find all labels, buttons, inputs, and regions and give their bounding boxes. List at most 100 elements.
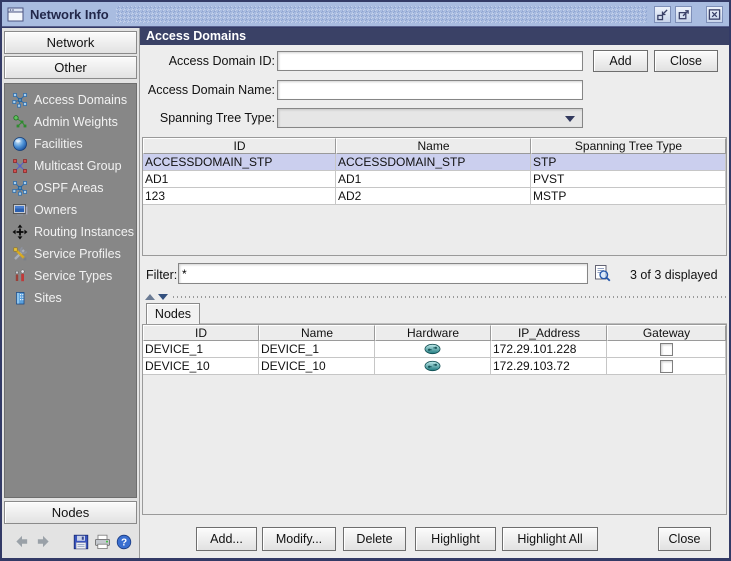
sidebar-item-label: Admin Weights: [34, 115, 118, 129]
maximize-icon: [678, 9, 689, 19]
window-icon: [7, 7, 24, 21]
back-button[interactable]: [14, 533, 30, 550]
chevron-down-icon: [565, 116, 575, 122]
cell-stp: STP: [531, 154, 726, 171]
column-header-ip-address[interactable]: IP_Address: [491, 325, 607, 341]
sidebar-item-admin-weights[interactable]: Admin Weights: [11, 111, 136, 133]
titlebar[interactable]: Network Info: [2, 2, 729, 27]
sidebar-item-multicast-group[interactable]: Multicast Group: [11, 155, 136, 177]
table-row[interactable]: ACCESSDOMAIN_STP ACCESSDOMAIN_STP STP: [143, 154, 726, 171]
svg-text:?: ?: [121, 537, 127, 548]
filter-status-text: 3 of 3 displayed: [630, 268, 718, 282]
table-row[interactable]: DEVICE_10 DEVICE_10 172.29.103.72: [143, 358, 726, 375]
sites-icon: [11, 290, 28, 306]
spanning-tree-type-dropdown[interactable]: [277, 108, 583, 128]
maximize-button[interactable]: [675, 5, 692, 23]
service-types-icon: [11, 268, 28, 284]
cell-name: AD1: [336, 171, 531, 188]
add-node-button[interactable]: Add...: [196, 527, 257, 551]
print-button[interactable]: [94, 533, 111, 550]
facilities-icon: [11, 136, 28, 152]
highlight-all-button[interactable]: Highlight All: [502, 527, 598, 551]
forward-arrow-icon: [38, 535, 49, 548]
help-button[interactable]: ?: [116, 533, 132, 550]
cell-id: DEVICE_10: [143, 358, 259, 375]
sidebar-item-label: Sites: [34, 291, 62, 305]
split-collapse-down-icon[interactable]: [158, 294, 168, 300]
cell-hardware: [375, 341, 491, 358]
filter-input[interactable]: [178, 263, 588, 284]
domains-table: ID Name Spanning Tree Type ACCESSDOMAIN_…: [142, 137, 727, 256]
window-title: Network Info: [30, 6, 109, 22]
cell-id: AD1: [143, 171, 336, 188]
sidebar-item-sites[interactable]: Sites: [11, 287, 136, 309]
sidebar-item-label: Owners: [34, 203, 78, 217]
sidebar-item-label: Facilities: [34, 137, 83, 151]
column-header-stp[interactable]: Spanning Tree Type: [531, 138, 726, 154]
split-collapse-up-icon[interactable]: [145, 294, 155, 300]
tab-nodes[interactable]: Nodes: [146, 303, 200, 324]
column-header-id[interactable]: ID: [143, 325, 259, 341]
split-divider-grip: [173, 296, 727, 298]
close-form-button[interactable]: Close: [654, 50, 718, 72]
sidebar-item-owners[interactable]: Owners: [11, 199, 136, 221]
delete-button[interactable]: Delete: [343, 527, 406, 551]
cell-name: AD2: [336, 188, 531, 205]
forward-button[interactable]: [35, 533, 51, 550]
column-header-name[interactable]: Name: [259, 325, 375, 341]
sidebar-item-label: Service Profiles: [34, 247, 121, 261]
sidebar-item-label: Service Types: [34, 269, 113, 283]
domains-table-header: ID Name Spanning Tree Type: [143, 138, 726, 154]
window-content: Network Other Access Domains Admin Weigh…: [2, 28, 729, 558]
sidebar: Network Other Access Domains Admin Weigh…: [2, 28, 140, 558]
sidebar-tab-other[interactable]: Other: [4, 56, 137, 79]
cell-stp: PVST: [531, 171, 726, 188]
column-header-hardware[interactable]: Hardware: [375, 325, 491, 341]
access-domain-name-label: Access Domain Name:: [147, 83, 275, 97]
sidebar-item-service-profiles[interactable]: Service Profiles: [11, 243, 136, 265]
sidebar-item-label: Multicast Group: [34, 159, 122, 173]
table-row[interactable]: 123 AD2 MSTP: [143, 188, 726, 205]
column-header-gateway[interactable]: Gateway: [607, 325, 726, 341]
sidebar-tab-nodes[interactable]: Nodes: [4, 501, 137, 524]
sidebar-item-ospf-areas[interactable]: OSPF Areas: [11, 177, 136, 199]
sidebar-tab-network[interactable]: Network: [4, 31, 137, 54]
split-divider[interactable]: [142, 292, 727, 302]
access-domain-id-input[interactable]: [277, 51, 583, 71]
admin-weights-icon: [11, 114, 28, 130]
filter-preview-button[interactable]: [593, 264, 612, 283]
sidebar-item-service-types[interactable]: Service Types: [11, 265, 136, 287]
save-icon: [73, 534, 88, 549]
gateway-checkbox[interactable]: [659, 359, 673, 373]
access-domain-name-input[interactable]: [277, 80, 583, 100]
close-window-button[interactable]: [706, 5, 723, 23]
panel-title: Access Domains: [140, 28, 729, 45]
filter-label: Filter:: [146, 268, 178, 282]
column-header-id[interactable]: ID: [143, 138, 336, 154]
titlebar-texture: [115, 5, 647, 23]
cell-name: ACCESSDOMAIN_STP: [336, 154, 531, 171]
sidebar-item-facilities[interactable]: Facilities: [11, 133, 136, 155]
router-icon: [424, 360, 441, 372]
iconify-button[interactable]: [654, 5, 671, 23]
table-row[interactable]: DEVICE_1 DEVICE_1 172.29.101.228: [143, 341, 726, 358]
sidebar-item-label: Routing Instances: [34, 225, 135, 239]
highlight-button[interactable]: Highlight: [415, 527, 496, 551]
gateway-checkbox[interactable]: [659, 342, 673, 356]
sidebar-item-label: OSPF Areas: [34, 181, 104, 195]
close-button[interactable]: Close: [658, 527, 711, 551]
sidebar-item-access-domains[interactable]: Access Domains: [11, 89, 136, 111]
cell-gateway: [607, 358, 726, 375]
sidebar-category-list: Access Domains Admin Weights Facilities …: [4, 83, 137, 498]
table-row[interactable]: AD1 AD1 PVST: [143, 171, 726, 188]
save-button[interactable]: [73, 533, 89, 550]
network-info-window: Network Info Network Other Access Domain…: [0, 0, 731, 561]
cell-name: DEVICE_10: [259, 358, 375, 375]
column-header-name[interactable]: Name: [336, 138, 531, 154]
cell-ip-address: 172.29.103.72: [491, 358, 607, 375]
add-button[interactable]: Add: [593, 50, 648, 72]
sidebar-item-routing-instances[interactable]: Routing Instances: [11, 221, 136, 243]
modify-button[interactable]: Modify...: [262, 527, 336, 551]
close-icon: [708, 8, 721, 20]
nodes-table-header: ID Name Hardware IP_Address Gateway: [143, 325, 726, 341]
